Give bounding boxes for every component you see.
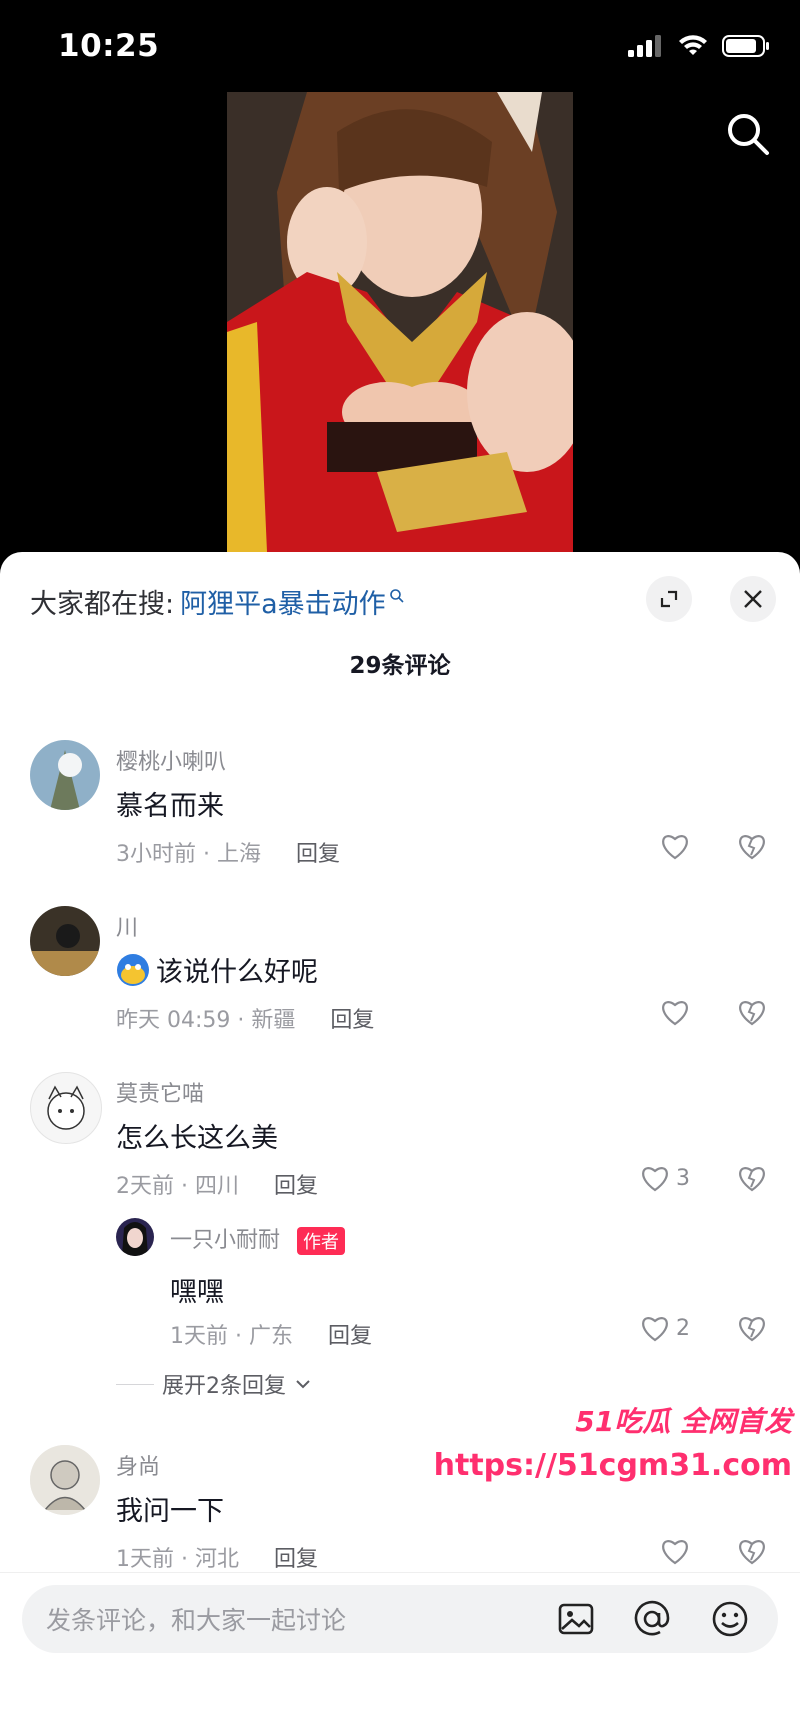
search-button[interactable]: [726, 112, 770, 160]
like-button[interactable]: [660, 832, 690, 860]
comment-time: 2天前 · 四川: [116, 1174, 239, 1199]
expand-replies-button[interactable]: 展开2条回复: [116, 1368, 312, 1400]
reply-time: 1天前 · 广东: [170, 1324, 293, 1349]
expand-label: 展开2条回复: [162, 1374, 286, 1399]
comment-text-row: 该说什么好呢: [116, 950, 318, 989]
like-button[interactable]: [660, 1537, 690, 1565]
status-bar: 10:25: [0, 0, 800, 92]
emoji-button[interactable]: [710, 1599, 750, 1643]
comment-time: 3小时前 · 上海: [116, 842, 261, 867]
expand-divider: [116, 1383, 154, 1385]
comment-author[interactable]: 樱桃小喇叭: [116, 744, 226, 776]
comment-author[interactable]: 身尚: [116, 1449, 160, 1481]
reply-button[interactable]: 回复: [328, 1324, 372, 1349]
reply-author[interactable]: 一只小耐耐: [170, 1228, 280, 1253]
hot-search-bar[interactable]: 大家都在搜: 阿狸平a暴击动作: [30, 582, 405, 621]
dislike-button[interactable]: [737, 832, 767, 864]
emoji-icon: [712, 1601, 748, 1637]
comment-meta: 3小时前 · 上海 回复: [116, 836, 340, 868]
expand-sheet-button[interactable]: [646, 576, 692, 622]
avatar[interactable]: [116, 1218, 154, 1256]
dislike-button[interactable]: [737, 1164, 767, 1196]
emoji-sticker-icon: [117, 953, 149, 986]
comment-composer[interactable]: 发条评论，和大家一起讨论: [22, 1585, 778, 1653]
image-icon: [558, 1603, 594, 1635]
watermark-url: https://51cgm31.com: [433, 1448, 792, 1483]
composer-divider: [0, 1572, 800, 1573]
heart-icon: [642, 1167, 668, 1192]
avatar[interactable]: [30, 740, 100, 810]
status-icons: [628, 34, 770, 58]
image-button[interactable]: [556, 1599, 596, 1643]
video-thumbnail[interactable]: [227, 92, 573, 552]
reply-text: 嘿嘿: [170, 1277, 224, 1308]
broken-heart-icon: [739, 1001, 765, 1026]
avatar[interactable]: [30, 906, 100, 976]
broken-heart-icon: [739, 835, 765, 860]
broken-heart-icon: [739, 1167, 765, 1192]
comment-author[interactable]: 川: [116, 910, 138, 942]
heart-icon: [662, 1001, 688, 1026]
author-badge: 作者: [297, 1227, 346, 1255]
at-icon: [634, 1600, 670, 1636]
battery-icon: [722, 35, 769, 57]
reply-button[interactable]: 回复: [330, 1008, 374, 1033]
chevron-down-icon: [296, 1380, 310, 1389]
search-icon: [728, 114, 769, 155]
dislike-button[interactable]: [737, 1314, 767, 1346]
wifi-icon: [679, 35, 707, 55]
like-button[interactable]: 3: [640, 1164, 690, 1192]
comment-text: 该说什么好呢: [156, 957, 318, 988]
avatar[interactable]: [30, 1072, 102, 1144]
reply-button[interactable]: 回复: [274, 1174, 318, 1199]
comment-author[interactable]: 莫责它喵: [116, 1076, 204, 1108]
heart-icon: [642, 1317, 668, 1342]
broken-heart-icon: [739, 1317, 765, 1342]
comment-meta: 昨天 04:59 · 新疆 回复: [116, 1002, 374, 1034]
reply-author-row: 一只小耐耐 作者: [170, 1222, 346, 1255]
comment-count: 29条评论: [349, 653, 451, 679]
expand-icon: [660, 590, 678, 608]
like-count: 3: [676, 1165, 690, 1191]
hot-search-prefix: 大家都在搜:: [30, 589, 175, 620]
dislike-button[interactable]: [737, 1537, 767, 1569]
comment-meta: 2天前 · 四川 回复: [116, 1168, 318, 1200]
dislike-button[interactable]: [737, 998, 767, 1030]
search-small-icon: [389, 588, 404, 603]
reply-meta: 1天前 · 广东 回复: [170, 1318, 372, 1350]
like-button[interactable]: [660, 998, 690, 1026]
reply-button[interactable]: 回复: [296, 842, 340, 867]
video-area[interactable]: [0, 92, 800, 562]
broken-heart-icon: [739, 1540, 765, 1565]
cosplay-photo: [227, 92, 573, 552]
like-count: 2: [676, 1315, 690, 1341]
like-button[interactable]: 2: [640, 1314, 690, 1342]
comment-text: 慕名而来: [116, 791, 224, 822]
comment-text: 怎么长这么美: [116, 1123, 278, 1154]
comment-time: 1天前 · 河北: [116, 1547, 239, 1572]
signal-icon: [628, 35, 661, 57]
heart-icon: [662, 835, 688, 860]
hot-search-term[interactable]: 阿狸平a暴击动作: [180, 582, 386, 621]
comment-time: 昨天 04:59 · 新疆: [116, 1008, 296, 1033]
close-sheet-button[interactable]: [730, 576, 776, 622]
avatar[interactable]: [30, 1445, 100, 1515]
heart-icon: [662, 1540, 688, 1565]
close-icon: [744, 590, 762, 608]
reply-button[interactable]: 回复: [274, 1547, 318, 1572]
comment-input[interactable]: 发条评论，和大家一起讨论: [46, 1601, 346, 1637]
watermark-title: 51吃瓜 全网首发: [575, 1405, 792, 1438]
status-time: 10:25: [58, 28, 160, 64]
comment-meta: 1天前 · 河北 回复: [116, 1541, 318, 1573]
comment-text: 我问一下: [116, 1496, 224, 1527]
mention-button[interactable]: [632, 1599, 672, 1643]
